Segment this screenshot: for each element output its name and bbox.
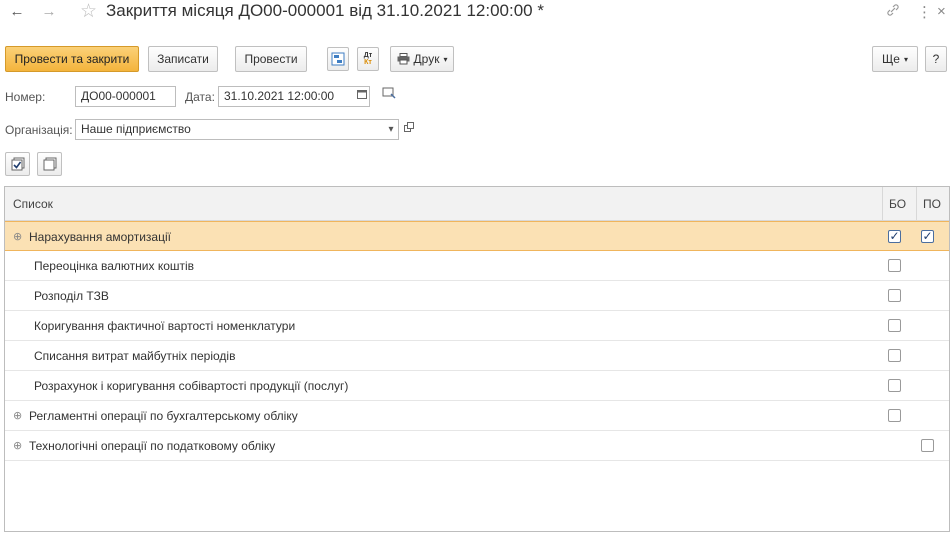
forward-arrow-icon[interactable]: →	[40, 4, 58, 20]
favorite-star-icon[interactable]: ☆	[80, 0, 97, 23]
post-button[interactable]: Провести	[235, 46, 307, 72]
table-row[interactable]: Списання витрат майбутніх періодів	[5, 341, 949, 371]
uncheck-all-button[interactable]	[37, 152, 62, 176]
print-button[interactable]: Друк ▾	[390, 46, 454, 72]
organization-field[interactable]: Наше підприємство	[75, 119, 399, 140]
more-label: Ще	[882, 52, 900, 66]
row-label: Коригування фактичної вартості номенклат…	[34, 319, 296, 333]
table-row[interactable]: Розрахунок і коригування собівартості пр…	[5, 371, 949, 401]
row-label: Розподіл ТЗВ	[34, 289, 109, 303]
help-button[interactable]: ?	[925, 46, 947, 72]
checkbox-bo[interactable]	[888, 409, 901, 422]
number-field[interactable]: ДО00-000001	[75, 86, 176, 107]
post-and-close-button[interactable]: Провести та закрити	[5, 46, 139, 72]
column-header-bo[interactable]: БО	[889, 187, 906, 221]
number-label: Номер:	[5, 90, 46, 104]
checkbox-bo[interactable]	[888, 259, 901, 272]
table-row[interactable]: ⊕ Технологічні операції по податковому об…	[5, 431, 949, 461]
checkbox-bo[interactable]	[888, 319, 901, 332]
printer-icon	[397, 53, 410, 65]
chevron-down-icon: ▾	[903, 54, 908, 64]
checkbox-po[interactable]	[921, 439, 934, 452]
checkbox-po[interactable]: ✓	[921, 230, 934, 243]
checkbox-bo[interactable]: ✓	[888, 230, 901, 243]
table-header: Список БО ПО	[5, 187, 949, 221]
row-label: Переоцінка валютних коштів	[34, 259, 195, 273]
expand-group-icon[interactable]: ⊕	[13, 222, 22, 252]
document-structure-icon	[331, 52, 345, 66]
check-all-button[interactable]	[5, 152, 30, 176]
operations-table[interactable]: Список БО ПО ⊕ Нарахування амортизації ✓ ✓ П…	[4, 186, 950, 532]
close-icon[interactable]: ×	[937, 3, 946, 20]
dt-kt-icon: Дт Кт	[363, 52, 373, 66]
table-row[interactable]: ⊕ Нарахування амортизації ✓ ✓	[5, 221, 949, 251]
date-label: Дата:	[185, 90, 215, 104]
document-comment-icon[interactable]	[380, 87, 398, 106]
column-header-po[interactable]: ПО	[923, 187, 941, 221]
table-row[interactable]: ⊕ Регламентні операції по бухгалтерському…	[5, 401, 949, 431]
row-label: Списання витрат майбутніх періодів	[34, 349, 236, 363]
document-structure-button[interactable]	[327, 47, 349, 71]
row-label: Регламентні операції по бухгалтерському …	[29, 409, 298, 423]
checkbox-bo[interactable]	[888, 289, 901, 302]
check-all-icon	[11, 157, 24, 171]
uncheck-all-icon	[43, 157, 56, 171]
checkbox-bo[interactable]	[888, 379, 901, 392]
date-field[interactable]: 31.10.2021 12:00:00	[218, 86, 370, 107]
checkbox-bo[interactable]	[888, 349, 901, 362]
window-title: Закриття місяця ДО00-000001 від 31.10.20…	[106, 1, 544, 20]
dropdown-arrow-icon[interactable]: ▾	[382, 120, 400, 139]
save-button[interactable]: Записати	[148, 46, 218, 72]
organization-label: Організація:	[5, 123, 73, 137]
column-header-list[interactable]: Список	[13, 187, 53, 221]
expand-group-icon[interactable]: ⊕	[13, 401, 22, 431]
print-label: Друк	[413, 52, 440, 66]
back-arrow-icon[interactable]: ←	[8, 4, 26, 20]
row-label: Розрахунок і коригування собівартості пр…	[34, 379, 349, 393]
table-row[interactable]: Переоцінка валютних коштів	[5, 251, 949, 281]
table-row[interactable]: Коригування фактичної вартості номенклат…	[5, 311, 949, 341]
date-value: 31.10.2021 12:00:00	[224, 89, 335, 103]
link-icon[interactable]	[886, 3, 900, 21]
more-vertical-icon[interactable]: ⋮	[917, 3, 932, 21]
more-button[interactable]: Ще ▾	[872, 46, 918, 72]
calendar-icon[interactable]	[353, 87, 371, 106]
chevron-down-icon: ▾	[443, 54, 448, 64]
dt-kt-button[interactable]: Дт Кт	[357, 47, 379, 71]
row-label: Нарахування амортизації	[29, 230, 171, 244]
table-row[interactable]: Розподіл ТЗВ	[5, 281, 949, 311]
open-object-icon[interactable]	[400, 120, 418, 139]
expand-group-icon[interactable]: ⊕	[13, 431, 22, 461]
row-label: Технологічні операції по податковому обл…	[29, 439, 276, 453]
